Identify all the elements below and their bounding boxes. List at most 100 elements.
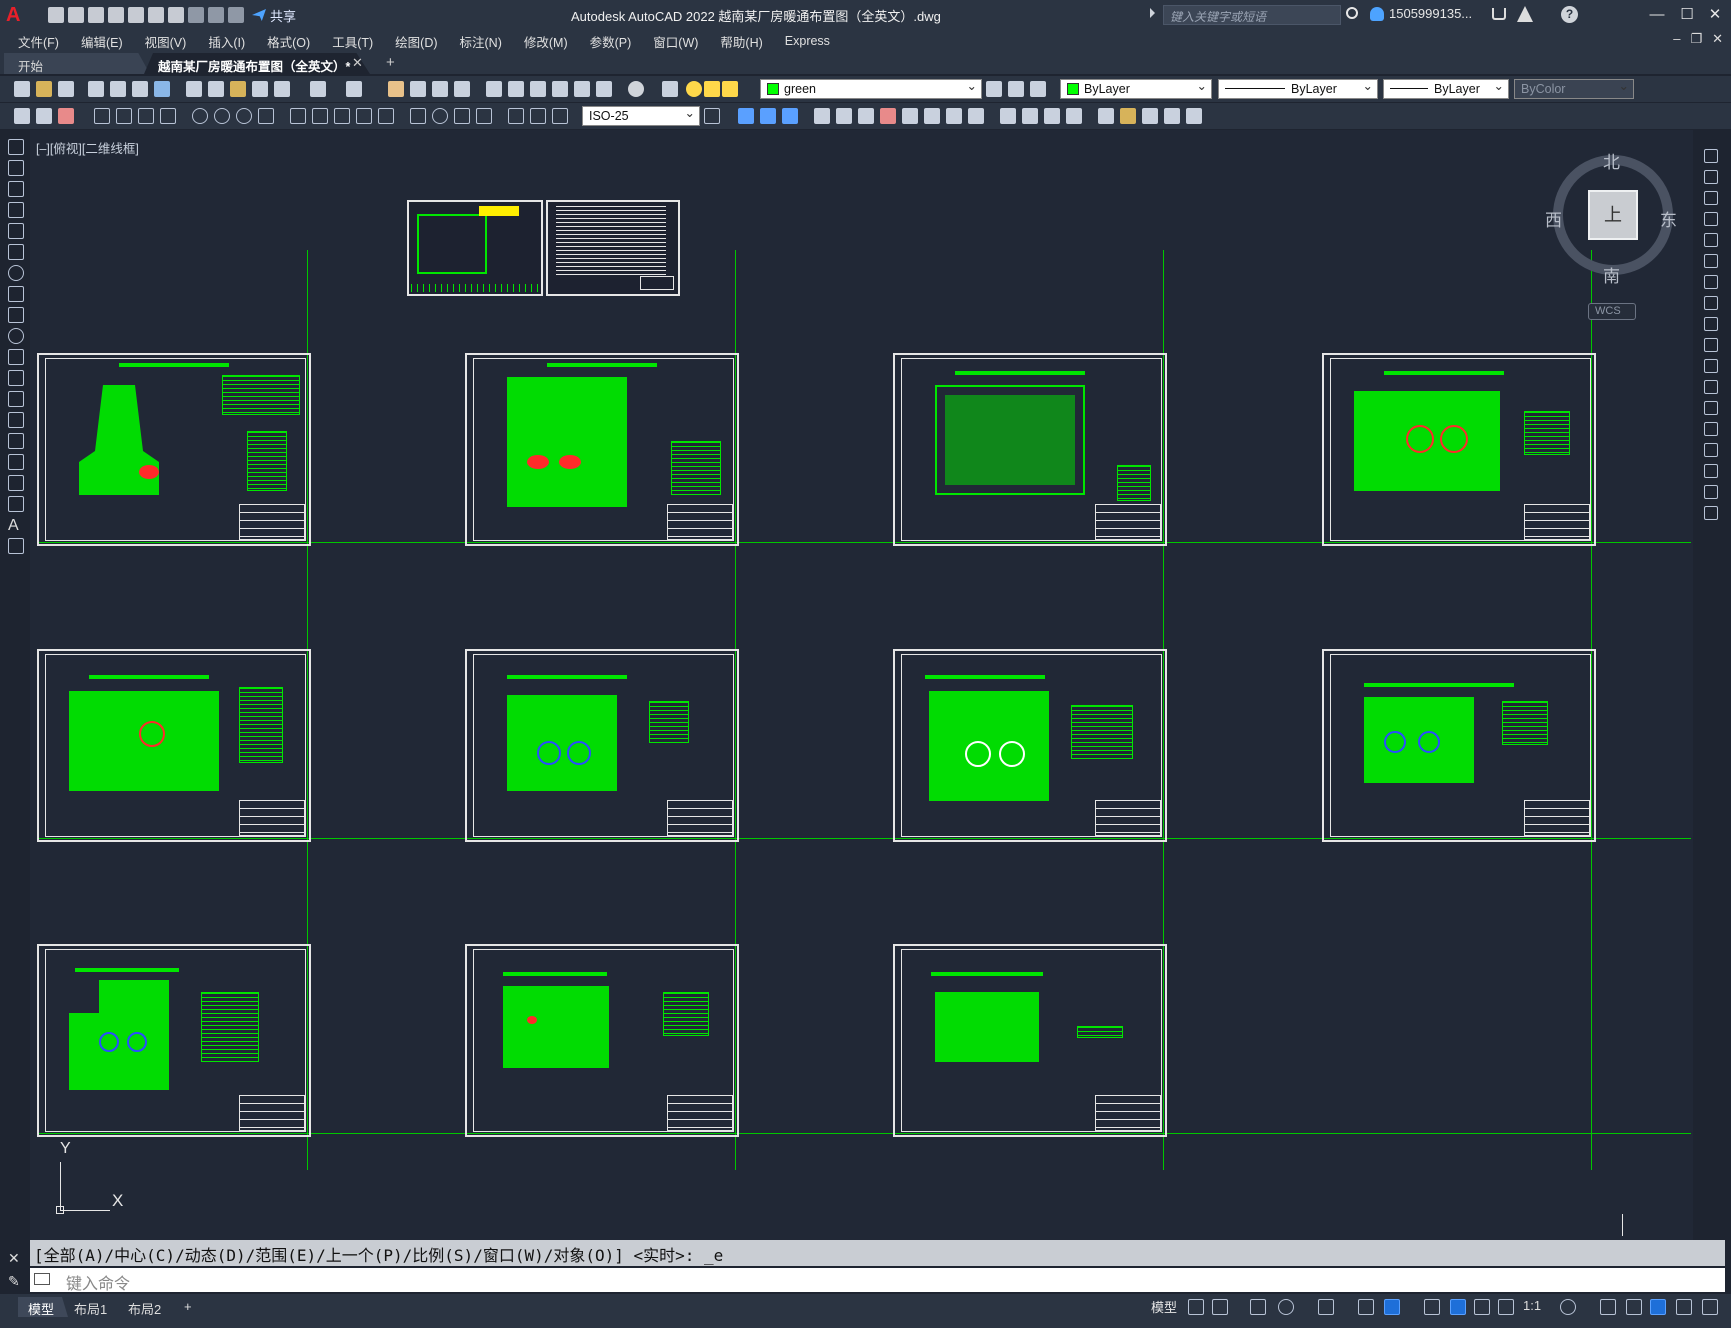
auto-scale-icon[interactable]	[1474, 1299, 1490, 1315]
open-web-icon[interactable]	[128, 7, 144, 23]
drawing-sheet[interactable]	[893, 649, 1167, 842]
help-icon[interactable]: ?	[1561, 6, 1578, 23]
continue-dimension-icon[interactable]	[334, 108, 350, 124]
explode-icon[interactable]	[1000, 108, 1016, 124]
drawing-sheet-thumbnail[interactable]	[546, 200, 680, 296]
multiline-text-icon[interactable]: A	[8, 517, 24, 534]
clean-screen-icon[interactable]	[1676, 1299, 1692, 1315]
menu-view[interactable]: 视图(V)	[145, 32, 187, 51]
redo-icon-tb[interactable]	[346, 81, 362, 97]
fillet-icon[interactable]	[1066, 108, 1082, 124]
menu-window[interactable]: 窗口(W)	[653, 32, 698, 51]
tolerance-icon[interactable]	[410, 108, 426, 124]
gradient-icon[interactable]	[8, 454, 24, 470]
save-icon-tb[interactable]	[58, 81, 74, 97]
doc-close-icon[interactable]: ✕	[1712, 31, 1723, 47]
drawing-sheet[interactable]	[893, 353, 1167, 546]
drawing-sheet[interactable]	[37, 353, 311, 546]
zoom-window-icon[interactable]	[432, 81, 448, 97]
polyline-icon[interactable]	[8, 181, 24, 197]
rectangle-icon[interactable]	[8, 223, 24, 239]
wcs-menu-button[interactable]: WCS	[1588, 303, 1636, 320]
arc-icon[interactable]	[8, 244, 24, 260]
add-layout-icon[interactable]: +	[174, 1297, 202, 1317]
dimension-style-icon[interactable]	[704, 108, 720, 124]
drawing-sheet[interactable]	[465, 944, 739, 1137]
search-icon[interactable]	[1346, 7, 1358, 19]
menu-dimension[interactable]: 标注(N)	[460, 32, 502, 51]
cart-icon[interactable]	[1492, 8, 1506, 20]
grid-icon[interactable]	[1188, 1299, 1204, 1315]
stretch-icon[interactable]	[782, 108, 798, 124]
undo-icon[interactable]	[188, 7, 204, 23]
layer-previous-icon[interactable]	[1008, 81, 1024, 97]
layer-isolate-icon[interactable]	[58, 108, 74, 124]
chamfer-icon[interactable]	[1044, 108, 1060, 124]
autocad-logo-icon[interactable]: A	[6, 4, 30, 26]
break-side-icon[interactable]	[1704, 401, 1718, 415]
move-side-icon[interactable]	[1704, 254, 1718, 268]
pan-icon[interactable]	[388, 81, 404, 97]
menu-draw[interactable]: 绘图(D)	[395, 32, 437, 51]
plot-preview-icon[interactable]	[110, 81, 126, 97]
linetype-dropdown[interactable]: ByLayer	[1218, 78, 1378, 99]
redo-icon[interactable]	[208, 7, 224, 23]
dimension-space-icon[interactable]	[356, 108, 372, 124]
jogged-dimension-icon[interactable]	[214, 108, 230, 124]
ellipse-arc-icon[interactable]	[8, 349, 24, 365]
open-icon[interactable]	[36, 81, 52, 97]
lineweight-dropdown[interactable]: ByLayer	[1383, 78, 1509, 99]
command-prompt-icon[interactable]	[34, 1273, 50, 1285]
extend-icon[interactable]	[968, 108, 984, 124]
dimstyle-dropdown[interactable]: ISO-25	[582, 105, 700, 126]
menu-help[interactable]: 帮助(H)	[720, 32, 762, 51]
viewport-controls-label[interactable]: [–][俯视][二维线框]	[36, 138, 139, 157]
menu-file[interactable]: 文件(F)	[18, 32, 59, 51]
snap-icon[interactable]	[1212, 1299, 1228, 1315]
viewcube-top-face[interactable]: 上	[1588, 190, 1638, 240]
object-snap-icon[interactable]	[1384, 1299, 1400, 1315]
diameter-dimension-icon[interactable]	[236, 108, 252, 124]
annotation-monitor-icon[interactable]	[1600, 1299, 1616, 1315]
scale-icon[interactable]	[924, 108, 940, 124]
inspect-icon[interactable]	[454, 108, 470, 124]
layer-on-icon[interactable]	[686, 81, 702, 97]
workspace-gear-icon[interactable]	[1560, 1299, 1576, 1315]
plot-icon[interactable]	[168, 7, 184, 23]
close-button[interactable]: ✕	[1704, 4, 1726, 26]
workspace-icon[interactable]	[14, 108, 30, 124]
drawing-sheet[interactable]	[1322, 353, 1596, 546]
copy-icon[interactable]	[208, 81, 224, 97]
drawing-sheet[interactable]	[1322, 649, 1596, 842]
dimension-update-icon[interactable]	[552, 108, 568, 124]
drawing-sheet-thumbnail[interactable]	[407, 200, 543, 296]
annotation-scale-icon[interactable]	[1498, 1299, 1514, 1315]
tab-layout1[interactable]: 布局1	[64, 1297, 117, 1317]
annotation-scale-value[interactable]: 1:1	[1523, 1298, 1541, 1313]
region-icon[interactable]	[8, 475, 24, 491]
dimension-text-edit-icon[interactable]	[530, 108, 546, 124]
object-snap-tracking-icon[interactable]	[1358, 1299, 1374, 1315]
layer-dropdown[interactable]: green	[760, 78, 982, 99]
construction-line-icon[interactable]	[8, 160, 24, 176]
isodraft-icon[interactable]	[1318, 1299, 1334, 1315]
attribute-icon[interactable]	[1142, 108, 1158, 124]
revision-cloud-icon[interactable]	[8, 286, 24, 302]
scale-side-icon[interactable]	[1704, 296, 1718, 310]
design-center-icon[interactable]	[508, 81, 524, 97]
doc-minimize-icon[interactable]: –	[1673, 31, 1680, 47]
ellipse-icon[interactable]	[8, 328, 24, 344]
drawing-sheet[interactable]	[893, 944, 1167, 1137]
chamfer-side-icon[interactable]	[1704, 443, 1718, 457]
model-space-toggle[interactable]: 模型	[1151, 1297, 1181, 1317]
new-file-icon[interactable]	[48, 7, 64, 23]
autodesk-app-store-icon[interactable]	[1517, 6, 1533, 22]
ordinate-dimension-icon[interactable]	[160, 108, 176, 124]
hardware-acceleration-icon[interactable]	[1650, 1299, 1666, 1315]
layer-state-icon[interactable]	[1030, 81, 1046, 97]
menu-tools[interactable]: 工具(T)	[332, 32, 373, 51]
search-expand-icon[interactable]	[1150, 8, 1155, 18]
properties-icon[interactable]	[486, 81, 502, 97]
trim-side-icon[interactable]	[1704, 338, 1718, 352]
viewcube-south[interactable]: 南	[1603, 262, 1620, 287]
